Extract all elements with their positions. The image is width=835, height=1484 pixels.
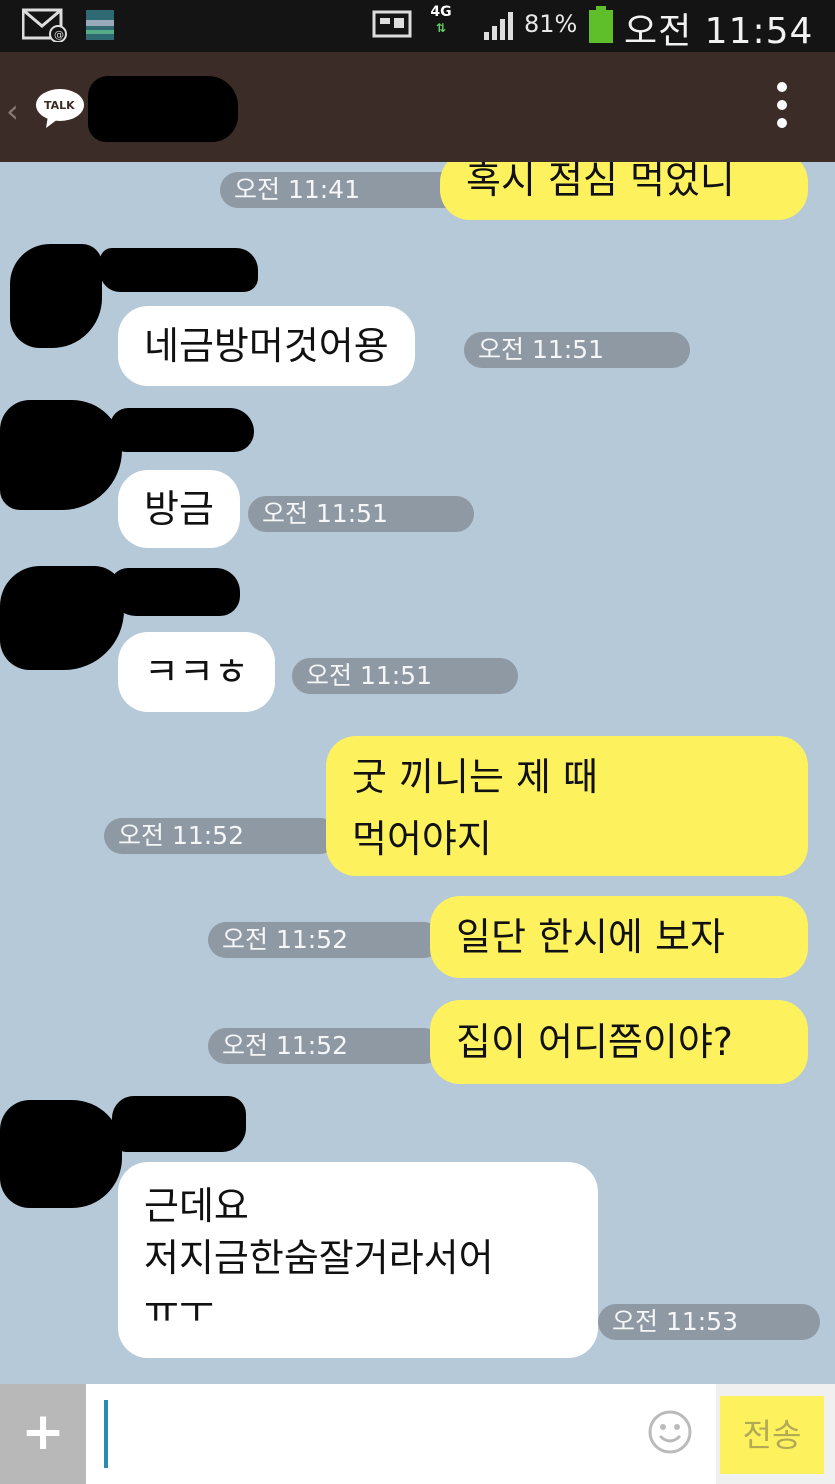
mail-notification-icon: @ bbox=[22, 8, 67, 42]
redacted-sender-name bbox=[110, 408, 254, 452]
message-timestamp: 오전 11:53 bbox=[598, 1304, 820, 1340]
my-message-bubble[interactable]: 혹시 점심 먹었니 bbox=[440, 162, 808, 220]
message-line: 먹어야지 bbox=[352, 817, 492, 861]
message-line: 저지금한숨잘거라서어 bbox=[144, 1236, 494, 1280]
message-timestamp: 오전 11:51 bbox=[248, 496, 474, 532]
redacted-avatar bbox=[0, 400, 122, 510]
battery-icon bbox=[589, 6, 613, 43]
redacted-sender-name bbox=[100, 248, 258, 292]
message-timestamp: 오전 11:41 bbox=[220, 172, 466, 208]
my-message-bubble[interactable]: 집이 어디쯤이야? bbox=[430, 1000, 808, 1084]
network-type-icon: 4G ⇅ bbox=[430, 4, 452, 35]
my-message-bubble[interactable]: 굿 끼니는 제 때 먹어야지 bbox=[326, 736, 808, 876]
message-input-bar: + 전송 bbox=[0, 1384, 835, 1484]
emoticon-icon[interactable] bbox=[646, 1408, 694, 1456]
redacted-avatar bbox=[0, 566, 124, 670]
overflow-menu-icon[interactable] bbox=[772, 82, 792, 138]
attach-plus-button[interactable]: + bbox=[0, 1384, 86, 1484]
network-type-label: 4G bbox=[430, 4, 452, 20]
message-line: ㅠㅜ bbox=[144, 1288, 214, 1332]
svg-text:@: @ bbox=[54, 30, 64, 41]
redacted-sender-name bbox=[112, 1096, 246, 1152]
my-message-bubble[interactable]: 일단 한시에 보자 bbox=[430, 896, 808, 978]
battery-percent: 81% bbox=[524, 10, 578, 38]
message-timestamp: 오전 11:51 bbox=[464, 332, 690, 368]
redacted-sender-name bbox=[110, 568, 240, 616]
message-line: 근데요 bbox=[144, 1184, 249, 1228]
chat-area[interactable]: 오전 11:41 혹시 점심 먹었니 네금방머것어용 오전 11:51 방금 오… bbox=[0, 162, 835, 1384]
gallery-notification-icon bbox=[86, 10, 114, 40]
screen-capture-icon bbox=[372, 10, 412, 38]
send-button[interactable]: 전송 bbox=[720, 1396, 824, 1474]
chat-header: ‹ TALK bbox=[0, 52, 835, 162]
their-message-bubble[interactable]: ㅋㅋㅎ bbox=[118, 632, 275, 712]
redacted-avatar bbox=[0, 1100, 122, 1208]
logo-text: TALK bbox=[44, 99, 75, 112]
their-message-bubble[interactable]: 근데요 저지금한숨잘거라서어 ㅠㅜ bbox=[118, 1162, 598, 1358]
their-message-bubble[interactable]: 방금 bbox=[118, 470, 240, 548]
status-bar: @ 4G ⇅ 81% 오전 11:54 bbox=[0, 0, 835, 52]
message-timestamp: 오전 11:52 bbox=[104, 818, 338, 854]
redacted-chat-title bbox=[88, 76, 238, 142]
message-timestamp: 오전 11:52 bbox=[208, 922, 442, 958]
message-input[interactable] bbox=[86, 1384, 716, 1484]
redacted-avatar bbox=[10, 244, 102, 348]
message-line: 굿 끼니는 제 때 bbox=[352, 755, 598, 799]
their-message-bubble[interactable]: 네금방머것어용 bbox=[118, 306, 415, 386]
text-caret bbox=[104, 1400, 108, 1468]
clock: 오전 11:54 bbox=[624, 11, 814, 52]
message-timestamp: 오전 11:51 bbox=[292, 658, 518, 694]
kakaotalk-logo[interactable]: TALK bbox=[32, 86, 88, 130]
message-timestamp: 오전 11:52 bbox=[208, 1028, 442, 1064]
signal-strength-icon bbox=[484, 12, 513, 40]
back-chevron-icon[interactable]: ‹ bbox=[6, 92, 19, 130]
